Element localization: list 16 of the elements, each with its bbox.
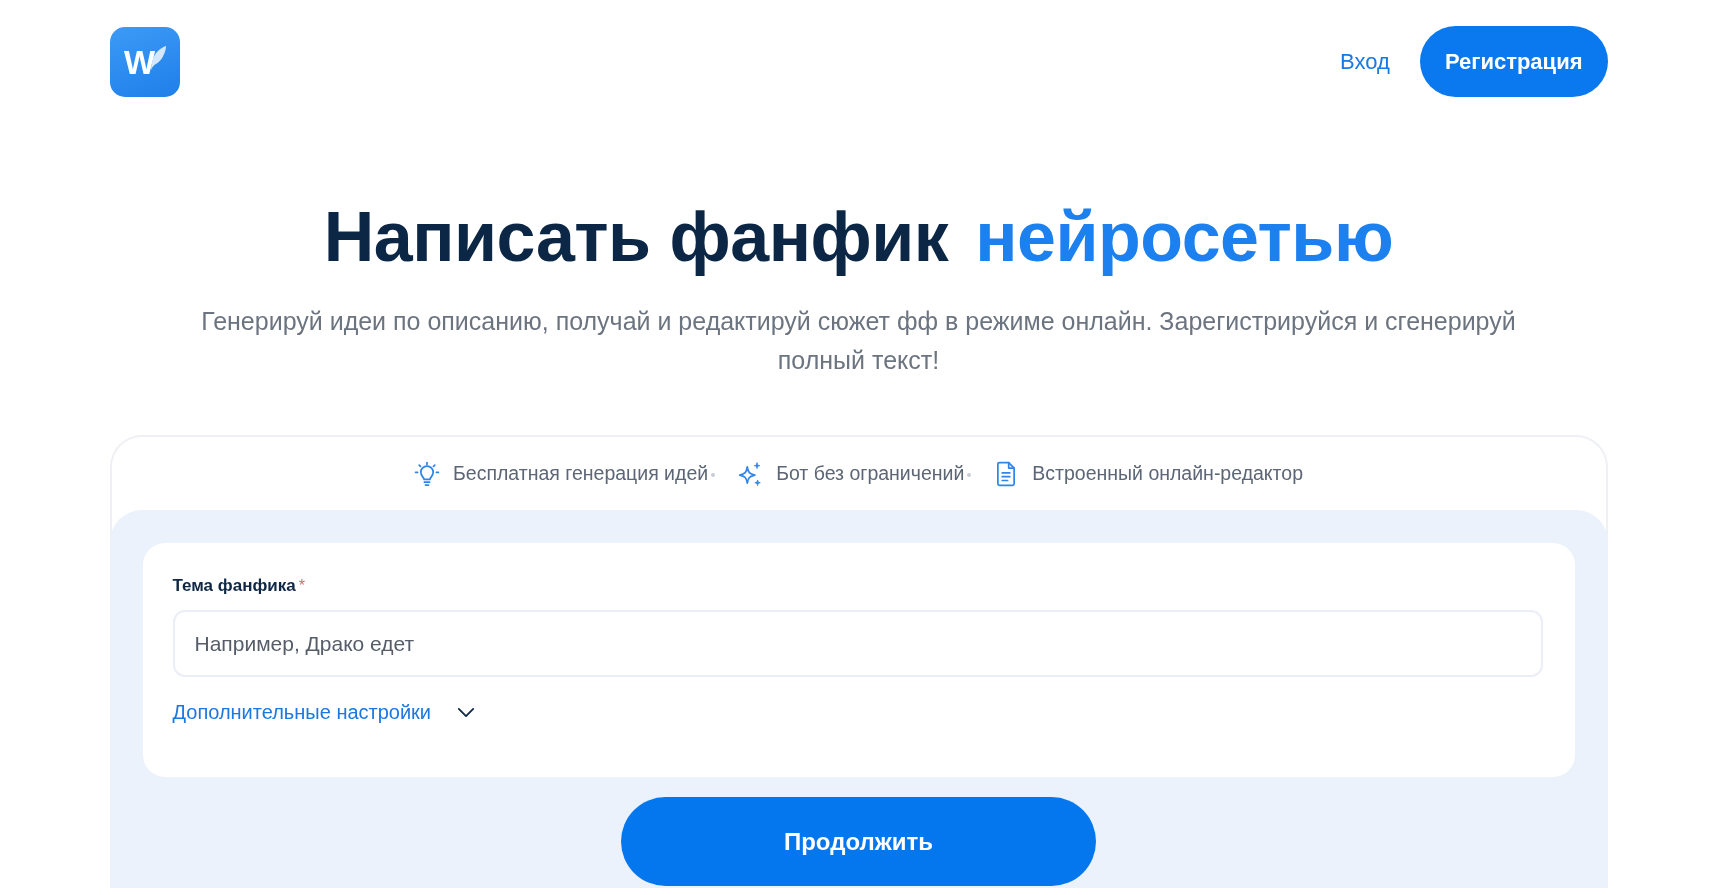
- sparkles-icon: [737, 460, 764, 487]
- feature-label: Встроенный онлайн-редактор: [1032, 462, 1303, 485]
- topic-input[interactable]: Например, Драко едет: [172, 610, 1543, 677]
- required-mark: *: [298, 576, 305, 596]
- feature-label: Бесплатная генерация идей: [453, 462, 709, 485]
- settings-toggle[interactable]: Дополнительные настройки: [172, 699, 476, 725]
- login-link[interactable]: Вход: [1340, 48, 1390, 75]
- continue-button[interactable]: Продолжить: [621, 797, 1096, 886]
- logo-letter: W: [123, 45, 156, 79]
- app-logo[interactable]: W: [109, 27, 180, 97]
- feature-label: Бот без ограничений: [776, 462, 965, 485]
- register-button[interactable]: Регистрация: [1419, 26, 1608, 97]
- page-title: Написать фанфик нейросетью: [322, 197, 1395, 278]
- page-subtitle: Генерируй идеи по описанию, получай и редактируй сюжет фф в режиме онлайн. Зарегистрируйся и сгенерируй полный текст!: [200, 306, 1517, 376]
- field-label: Тема фанфика: [172, 575, 296, 597]
- lightbulb-icon: [414, 460, 440, 487]
